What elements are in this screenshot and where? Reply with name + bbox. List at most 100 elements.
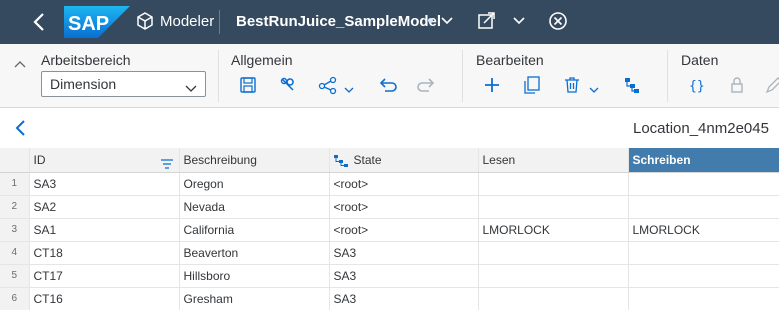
column-header-write[interactable]: Schreiben (628, 148, 779, 173)
collapse-toolbar-icon[interactable] (14, 56, 26, 68)
row-number: 4 (0, 241, 30, 265)
back-arrow-icon[interactable] (14, 119, 28, 137)
cell-state[interactable]: <root> (329, 218, 479, 242)
hierarchy-icon (333, 154, 348, 167)
group-title-general: Allgemein (231, 52, 293, 68)
cell-write[interactable]: LMORLOCK (628, 218, 779, 242)
sap-logo[interactable]: SAP (64, 6, 130, 38)
table-row[interactable]: 3 SA1 California <root> LMORLOCK LMORLOC… (0, 218, 779, 242)
cell-description[interactable]: Nevada (179, 195, 330, 219)
hierarchy-icon[interactable] (622, 75, 642, 95)
share-nodes-icon[interactable] (318, 75, 338, 95)
svg-text:{}: {} (689, 79, 705, 94)
table-row[interactable]: 6 CT16 Gresham SA3 (0, 287, 779, 310)
toolbar-divider (218, 50, 219, 102)
copy-icon[interactable] (522, 75, 542, 95)
cell-id[interactable]: CT16 (29, 287, 180, 310)
row-number: 6 (0, 287, 30, 310)
cell-write[interactable] (628, 195, 779, 219)
trash-icon[interactable] (562, 75, 582, 95)
grid-header-row: ID Beschreibung State Lesen Schreiben (0, 148, 779, 173)
group-title-data: Daten (681, 52, 719, 68)
redo-icon[interactable] (417, 75, 437, 95)
cell-id[interactable]: CT18 (29, 241, 180, 265)
row-number: 5 (0, 264, 30, 288)
cell-read[interactable] (478, 287, 629, 310)
toolbar: Arbeitsbereich Dimension Allgemein Bearb… (0, 44, 779, 108)
row-number: 2 (0, 195, 30, 219)
row-number-header (0, 148, 30, 173)
cell-description[interactable]: Beaverton (179, 241, 330, 265)
chevron-down-icon[interactable] (589, 81, 599, 93)
table-row[interactable]: 4 CT18 Beaverton SA3 (0, 241, 779, 265)
row-number: 3 (0, 218, 30, 242)
undo-icon[interactable] (377, 75, 397, 95)
row-number: 1 (0, 172, 30, 196)
cell-read[interactable] (478, 172, 629, 196)
formula-icon[interactable]: {} (687, 75, 707, 95)
group-title-edit: Bearbeiten (476, 52, 544, 68)
plus-icon[interactable] (482, 75, 502, 95)
cell-write[interactable] (628, 241, 779, 265)
toolbar-divider (667, 50, 668, 102)
wrench-icon[interactable] (278, 75, 298, 95)
cell-id[interactable]: CT17 (29, 264, 180, 288)
cube-icon (137, 12, 153, 30)
external-link-icon[interactable] (477, 11, 496, 30)
shell-bar: SAP Modeler BestRunJuice_SampleModel (0, 0, 779, 44)
cell-id[interactable]: SA2 (29, 195, 180, 219)
chevron-down-icon[interactable] (440, 14, 454, 28)
column-header-label: ID (33, 152, 46, 167)
column-header-description[interactable]: Beschreibung (179, 148, 330, 173)
column-header-id[interactable]: ID (29, 148, 180, 173)
cell-state[interactable]: SA3 (329, 287, 479, 310)
workspace-select[interactable]: Dimension (41, 71, 206, 97)
column-header-label: Schreiben (632, 152, 691, 167)
cell-id[interactable]: SA3 (29, 172, 180, 196)
cell-state[interactable]: SA3 (329, 241, 479, 265)
chevron-down-icon[interactable] (512, 14, 526, 28)
cell-read[interactable] (478, 264, 629, 288)
cell-write[interactable] (628, 172, 779, 196)
cell-description[interactable]: Gresham (179, 287, 330, 310)
group-title-workspace: Arbeitsbereich (41, 52, 131, 68)
close-icon[interactable] (548, 11, 568, 31)
model-name[interactable]: BestRunJuice_SampleModel (236, 13, 441, 30)
pencil-icon[interactable] (764, 75, 779, 95)
table-row[interactable]: 1 SA3 Oregon <root> (0, 172, 779, 196)
lock-icon[interactable] (727, 75, 747, 95)
shell-divider (219, 10, 220, 34)
column-header-state[interactable]: State (329, 148, 479, 173)
cell-description[interactable]: Oregon (179, 172, 330, 196)
cell-read[interactable] (478, 195, 629, 219)
chevron-down-icon[interactable] (344, 81, 354, 93)
unsaved-indicator (428, 18, 433, 23)
dimension-header: Location_4nm2e045 (0, 108, 779, 148)
column-header-label: Beschreibung (183, 152, 257, 167)
filter-icon[interactable] (160, 158, 173, 169)
cell-state[interactable]: SA3 (329, 264, 479, 288)
column-header-read[interactable]: Lesen (478, 148, 629, 173)
table-row[interactable]: 5 CT17 Hillsboro SA3 (0, 264, 779, 288)
cell-state[interactable]: <root> (329, 195, 479, 219)
sap-logo-text: SAP (68, 13, 109, 35)
cell-id[interactable]: SA1 (29, 218, 180, 242)
column-header-label: State (353, 152, 382, 167)
cell-state[interactable]: <root> (329, 172, 479, 196)
back-arrow-icon[interactable] (30, 10, 50, 34)
table-row[interactable]: 2 SA2 Nevada <root> (0, 195, 779, 219)
cell-write[interactable] (628, 264, 779, 288)
app-label[interactable]: Modeler (160, 13, 214, 30)
chevron-down-icon[interactable] (185, 80, 197, 92)
dimension-grid: ID Beschreibung State Lesen Schreiben 1 (0, 148, 779, 310)
cell-read[interactable]: LMORLOCK (478, 218, 629, 242)
cell-description[interactable]: Hillsboro (179, 264, 330, 288)
workspace-select-value: Dimension (50, 76, 117, 92)
dimension-title: Location_4nm2e045 (633, 120, 769, 137)
cell-read[interactable] (478, 241, 629, 265)
toolbar-divider (462, 50, 463, 102)
cell-description[interactable]: California (179, 218, 330, 242)
cell-write[interactable] (628, 287, 779, 310)
column-header-label: Lesen (482, 152, 516, 167)
save-icon[interactable] (238, 75, 258, 95)
